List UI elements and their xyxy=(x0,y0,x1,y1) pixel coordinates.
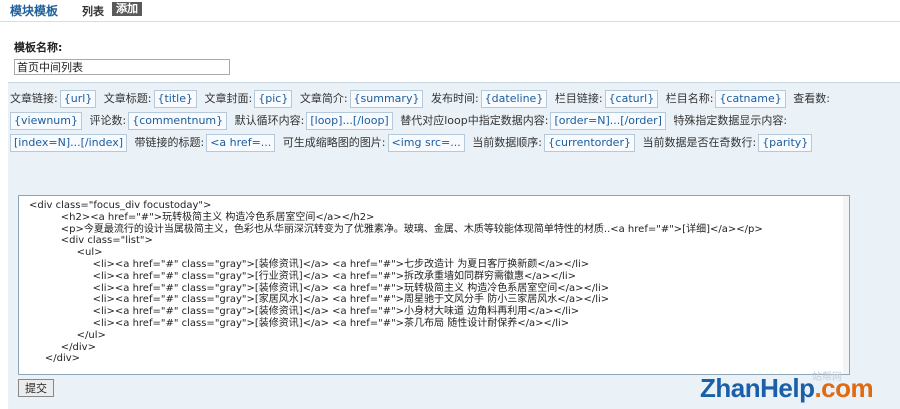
var-tag[interactable]: {parity} xyxy=(758,134,813,152)
var-tag[interactable]: {title} xyxy=(153,90,198,108)
tab-add[interactable]: 添加 xyxy=(112,2,142,16)
var-label: 默认循环内容: xyxy=(234,114,305,127)
var-tag[interactable]: {commentnum} xyxy=(128,112,228,130)
var-label: 查看数: xyxy=(793,92,830,105)
var-label: 替代对应loop中指定数据内容: xyxy=(400,114,549,127)
editor-scrollbar[interactable] xyxy=(843,196,849,374)
template-name-label: 模板名称: xyxy=(14,41,63,54)
var-tag[interactable]: {catname} xyxy=(715,90,786,108)
watermark-logo-tld: .com xyxy=(814,373,874,403)
top-bar: 模块模板 列表 添加 xyxy=(0,0,900,20)
submit-button[interactable]: 提交 xyxy=(18,379,54,397)
template-name-input[interactable] xyxy=(14,59,230,75)
var-tag[interactable]: <img src=... xyxy=(387,134,465,152)
var-tag[interactable]: {caturl} xyxy=(604,90,659,108)
var-label: 栏目链接: xyxy=(554,92,603,105)
var-label: 带链接的标题: xyxy=(134,136,205,149)
divider xyxy=(0,21,900,22)
var-tag[interactable]: {dateline} xyxy=(480,90,548,108)
variable-help: 文章链接: {url} 文章标题: {title} 文章封面: {pic} 文章简介:… xyxy=(10,88,890,154)
var-label: 特殊指定数据显示内容: xyxy=(673,114,788,127)
var-label: 评论数: xyxy=(89,114,127,127)
var-tag[interactable]: {currentorder} xyxy=(543,134,635,152)
page-title: 模块模板 xyxy=(10,4,59,18)
var-tag[interactable]: {viewnum} xyxy=(10,112,82,130)
var-tag[interactable]: {summary} xyxy=(349,90,424,108)
watermark-logo-main: ZhanHelp xyxy=(700,373,815,403)
tab-list[interactable]: 列表 xyxy=(82,3,104,19)
var-label: 文章标题: xyxy=(103,92,152,105)
var-label: 文章封面: xyxy=(204,92,253,105)
var-tag[interactable]: [index=N]...[/index] xyxy=(10,134,127,152)
watermark-logo: ZhanHelp.com xyxy=(700,373,874,404)
var-label: 发布时间: xyxy=(430,92,479,105)
var-tag[interactable]: {url} xyxy=(59,90,97,108)
template-code-editor[interactable]: <div class="focus_div focustoday"> <h2><… xyxy=(18,195,850,375)
var-tag[interactable]: [loop]...[/loop] xyxy=(306,112,393,130)
var-label: 当前数据是否在奇数行: xyxy=(642,136,757,149)
var-label: 文章简介: xyxy=(299,92,348,105)
var-tag[interactable]: {pic} xyxy=(254,90,293,108)
var-label: 文章链接: xyxy=(10,92,58,105)
var-label: 可生成缩略图的图片: xyxy=(282,136,386,149)
template-code[interactable]: <div class="focus_div focustoday"> <h2><… xyxy=(19,196,849,369)
var-label: 栏目名称: xyxy=(665,92,714,105)
var-label: 当前数据顺序: xyxy=(472,136,542,149)
var-tag[interactable]: [order=N]...[/order] xyxy=(550,112,666,130)
var-tag[interactable]: <a href=... xyxy=(206,134,276,152)
